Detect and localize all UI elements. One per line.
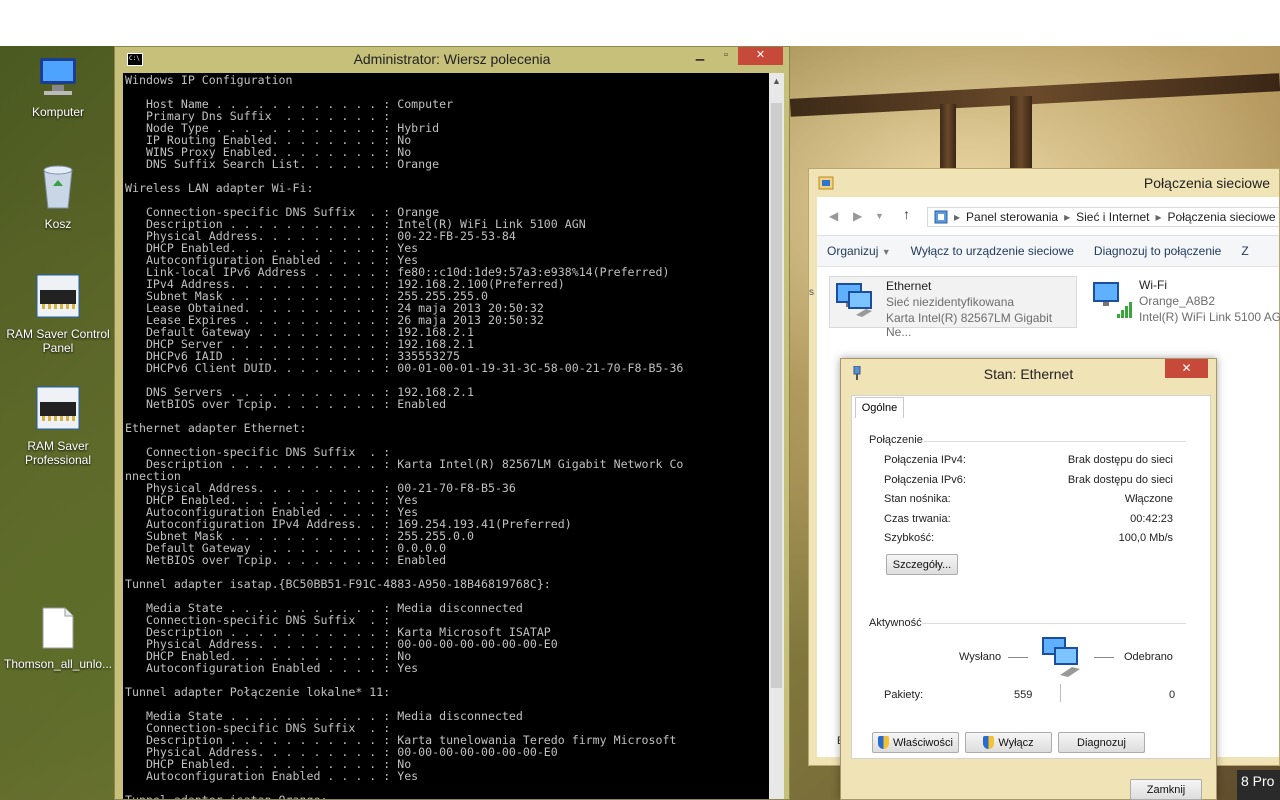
ram-chip-icon (4, 272, 112, 323)
desktop-icon-label: RAM Saver Professional (24, 439, 92, 467)
packets-sent-value: 559 (1014, 689, 1033, 701)
general-panel: Połączenie Połączenia IPv4: Brak dostępu… (851, 395, 1211, 759)
connection-device: Intel(R) WiFi Link 5100 AGN (1139, 310, 1280, 324)
desktop-icon-computer[interactable]: Komputer (4, 54, 112, 119)
row-label: Czas trwania: (884, 513, 951, 525)
ethernet-status-dialog: Stan: Ethernet ✕ Ogólne Połączenie Połąc… (840, 358, 1217, 800)
maximize-button[interactable]: ▫ (713, 47, 739, 65)
minimize-button[interactable]: ▁ (687, 47, 713, 65)
connection-wifi[interactable]: Wi-Fi Orange_A8B2 Intel(R) WiFi Link 510… (1083, 276, 1280, 328)
wifi-adapter-icon (1093, 282, 1132, 318)
connection-name: Wi-Fi (1139, 278, 1167, 292)
recent-dropdown-icon[interactable]: ▼ (875, 211, 884, 221)
desktop-icon-label: Thomson_all_unlo... (4, 657, 113, 671)
dialog-close-button[interactable]: ✕ (1165, 359, 1208, 378)
control-panel-icon (934, 210, 948, 224)
breadcrumb-item[interactable]: Panel sterowania (966, 210, 1058, 224)
network-folder-icon (818, 176, 834, 190)
details-button[interactable]: Szczegóły... (886, 554, 958, 575)
cmd-scrollbar[interactable]: ▲ (769, 73, 784, 799)
up-arrow-icon[interactable]: ↑ (903, 206, 910, 222)
row-value: 100,0 Mb/s (1118, 532, 1173, 544)
packets-received-value: 0 (1169, 689, 1176, 701)
packets-divider (1060, 684, 1061, 702)
uac-shield-icon (878, 736, 890, 749)
packets-label: Pakiety: (884, 689, 924, 701)
breadcrumb-separator-icon: ▸ (1155, 210, 1162, 224)
network-adapter-icon (836, 283, 872, 317)
cmd-titlebar[interactable]: Administrator: Wiersz polecenia ▁ ▫ ✕ (115, 47, 789, 73)
computer-icon (4, 54, 112, 101)
connection-ethernet[interactable]: Ethernet Sieć niezidentyfikowana Karta I… (829, 276, 1077, 339)
recycle-bin-icon (4, 162, 112, 213)
dialog-title: Stan: Ethernet (983, 366, 1074, 382)
section-activity: Aktywność (869, 617, 922, 629)
cmd-window: Administrator: Wiersz polecenia ▁ ▫ ✕ Wi… (114, 46, 790, 800)
breadcrumb-item[interactable]: Sieć i Internet (1076, 210, 1149, 224)
connection-status: Sieć niezidentyfikowana (886, 295, 1015, 309)
scroll-up-icon[interactable]: ▲ (769, 73, 784, 89)
tab-general[interactable]: Ogólne (855, 397, 904, 418)
organize-menu[interactable]: Organizuj ▼ (817, 244, 901, 258)
desktop-icon-label: RAM Saver Control Panel (6, 327, 110, 355)
sent-label: Wysłano (959, 651, 1002, 663)
received-label: Odebrano (1124, 651, 1173, 663)
disable-button[interactable]: Wyłącz (965, 732, 1052, 753)
wallpaper-rail (789, 73, 1280, 117)
desktop-icon-ram-saver-control[interactable]: RAM Saver Control Panel (4, 272, 112, 355)
close-dialog-button[interactable]: Zamknij (1130, 779, 1202, 800)
forward-arrow-icon[interactable]: ▶ (853, 209, 862, 223)
taskbar-fragment: 8 Pro (1237, 770, 1280, 800)
uac-shield-icon (983, 736, 995, 749)
row-label: Stan nośnika: (884, 493, 951, 505)
connection-status: Orange_A8B2 (1139, 294, 1216, 308)
desktop-icon-recycle-bin[interactable]: Kosz (4, 162, 112, 231)
breadcrumb: ▸ Panel sterowania ▸ Sieć i Internet ▸ P… (927, 207, 1279, 227)
connection-device: Karta Intel(R) 82567LM Gigabit Ne... (886, 311, 1053, 339)
desktop-icon-file[interactable]: Thomson_all_unlo... (4, 606, 112, 671)
connection-name: Ethernet (886, 279, 932, 293)
dialog-titlebar[interactable]: Stan: Ethernet ✕ (841, 359, 1216, 387)
disable-device-button[interactable]: Wyłącz to urządzenie sieciowe (901, 244, 1084, 258)
row-label: Połączenia IPv4: (884, 454, 966, 466)
breadcrumb-item[interactable]: Połączenia sieciowe (1168, 210, 1276, 224)
breadcrumb-separator-icon: ▸ (954, 210, 961, 224)
breadcrumb-separator-icon: ▸ (1064, 210, 1071, 224)
desktop-icon-ram-saver-professional[interactable]: RAM Saver Professional (4, 384, 112, 467)
file-icon (4, 606, 112, 653)
cmd-output: Windows IP Configuration Host Name . . .… (125, 73, 684, 799)
ram-chip-icon (4, 384, 112, 435)
scroll-thumb[interactable] (771, 103, 782, 688)
row-value: Brak dostępu do sieci (1067, 454, 1173, 466)
net-title: Połączenia sieciowe (1143, 175, 1270, 191)
row-value: 00:42:23 (1130, 513, 1173, 525)
received-line (1094, 657, 1114, 658)
close-button[interactable]: ✕ (738, 47, 783, 65)
more-toolbar-button[interactable]: Z (1231, 244, 1258, 258)
desktop-icon-label: Kosz (44, 217, 72, 231)
diagnose-button[interactable]: Diagnozuj to połączenie (1084, 244, 1231, 258)
diagnose-dialog-button[interactable]: Diagnozuj (1058, 732, 1145, 753)
divider (924, 441, 1186, 442)
cmd-console[interactable]: Windows IP Configuration Host Name . . .… (123, 73, 770, 799)
net-titlebar[interactable]: Połączenia sieciowe (809, 169, 1279, 197)
row-value: Włączone (1124, 493, 1173, 505)
chevron-down-icon: ▼ (881, 247, 891, 257)
row-label: Szybkość: (884, 532, 935, 544)
row-label: Połączenia IPv6: (884, 474, 966, 486)
command-bar: Organizuj ▼ Wyłącz to urządzenie sieciow… (817, 236, 1279, 267)
properties-button[interactable]: Właściwości (872, 732, 959, 753)
network-activity-icon (1042, 637, 1080, 677)
back-arrow-icon[interactable]: ◀ (829, 209, 838, 223)
row-value: Brak dostępu do sieci (1067, 474, 1173, 486)
divider (922, 623, 1186, 624)
address-bar: ◀ ▶ ▼ ↑ ▸ Panel sterowania ▸ Sieć i Inte… (817, 197, 1279, 236)
section-connection: Połączenie (869, 434, 923, 446)
desktop-icon-label: Komputer (31, 105, 85, 119)
partial-text: s (809, 287, 814, 298)
sent-line (1008, 657, 1028, 658)
